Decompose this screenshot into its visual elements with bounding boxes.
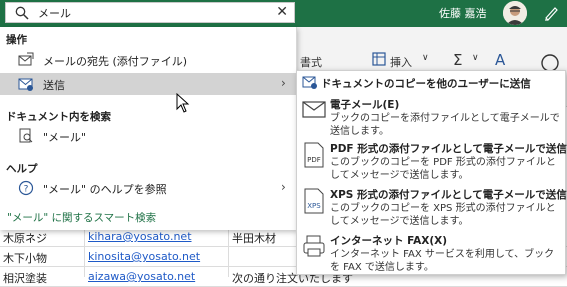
- share-icon: [302, 74, 318, 93]
- submenu-item-title: インターネット FAX(X): [330, 235, 448, 247]
- send-submenu: ドキュメントのコピーを他のユーザーに送信 電子メール(E) ブックのコピーを添付…: [296, 70, 567, 275]
- submenu-item-title: 電子メール(E): [330, 99, 400, 111]
- menu-item-send[interactable]: 送信 ›: [0, 73, 296, 95]
- pdf-icon: PDF: [302, 142, 326, 171]
- submenu-item-title: PDF 形式の添付ファイルとして電子メールで送信(P): [330, 143, 567, 155]
- submenu-item-fax[interactable]: インターネット FAX(X) インターネット FAX サービスを利用して、ブック…: [297, 231, 565, 273]
- cell-name[interactable]: 相沢塗装: [3, 270, 47, 286]
- submenu-item-desc: このブックのコピーを XPS 形式の添付ファイルとしてメッセージで送信します。: [330, 203, 556, 227]
- chevron-down-icon[interactable]: ∨: [472, 53, 479, 63]
- section-search-doc-heading: ドキュメント内を検索: [6, 111, 111, 123]
- search-input[interactable]: [38, 5, 258, 20]
- mouse-cursor-icon: [176, 92, 190, 116]
- submenu-item-email[interactable]: 電子メール(E) ブックのコピーを添付ファイルとして電子メールで送信します。: [297, 95, 565, 137]
- cell-name[interactable]: 木原ネジ: [3, 230, 47, 246]
- search-icon: [15, 6, 29, 23]
- cell-email[interactable]: kinosita@yosato.net: [88, 250, 200, 263]
- submenu-header: ドキュメントのコピーを他のユーザーに送信: [297, 74, 565, 90]
- title-bar: ✕ 佐藤 嘉浩: [0, 0, 567, 27]
- chevron-right-icon: ›: [281, 180, 286, 194]
- submenu-item-title: XPS 形式の添付ファイルとして電子メールで送信(S): [330, 189, 567, 201]
- autosum-icon[interactable]: Σ: [453, 51, 462, 69]
- document-search-icon: [18, 128, 34, 147]
- search-results-dropdown: 操作 メールの宛先 (添付ファイル) 送信 › ドキュメント内を検索 "メール"…: [0, 27, 297, 230]
- cell-company[interactable]: 半田木材: [232, 230, 276, 246]
- cell-email[interactable]: kihara@yosato.net: [88, 230, 192, 243]
- format-label[interactable]: 書式: [300, 54, 322, 70]
- menu-item-label: "メール": [43, 131, 87, 144]
- svg-text:PDF: PDF: [307, 156, 321, 164]
- send-icon: [18, 76, 34, 95]
- submenu-item-desc: ブックのコピーを添付ファイルとして電子メールで送信します。: [330, 113, 560, 137]
- help-icon: ?: [18, 180, 34, 199]
- section-help-heading: ヘルプ: [6, 163, 38, 175]
- chevron-down-icon[interactable]: ∨: [422, 53, 429, 63]
- svg-text:XPS: XPS: [307, 202, 321, 210]
- submenu-header-label: ドキュメントのコピーを他のユーザーに送信: [321, 78, 531, 90]
- smart-lookup-link[interactable]: "メール" に関するスマート検索: [7, 210, 156, 225]
- submenu-item-pdf[interactable]: PDF PDF 形式の添付ファイルとして電子メールで送信(P) このブックのコピ…: [297, 139, 567, 181]
- submenu-item-desc: インターネット FAX サービスを利用して、ブックを FAX で送信します。: [330, 249, 555, 273]
- menu-item-help[interactable]: ? "メール" のヘルプを参照 ›: [0, 177, 296, 199]
- submenu-item-desc: このブックのコピーを PDF 形式の添付ファイルとしてメッセージで送信します。: [330, 157, 556, 181]
- svg-text:?: ?: [24, 185, 29, 195]
- table-icon[interactable]: [372, 52, 386, 69]
- pen-icon[interactable]: [543, 5, 559, 24]
- xps-icon: XPS: [302, 188, 326, 217]
- menu-item-search-doc[interactable]: "メール": [0, 125, 296, 147]
- cell-name[interactable]: 木下小物: [3, 250, 47, 266]
- chevron-right-icon: ›: [281, 76, 286, 90]
- email-icon: [302, 98, 326, 123]
- sort-icon[interactable]: A: [495, 51, 505, 69]
- avatar[interactable]: [503, 1, 527, 25]
- menu-item-mail-recipient[interactable]: メールの宛先 (添付ファイル): [0, 49, 296, 71]
- submenu-item-xps[interactable]: XPS XPS 形式の添付ファイルとして電子メールで送信(S) このブックのコピ…: [297, 185, 567, 227]
- menu-item-label: 送信: [43, 79, 65, 92]
- clear-search-button[interactable]: ✕: [276, 4, 288, 20]
- mail-recipient-icon: [18, 52, 34, 71]
- fax-icon: [302, 234, 326, 261]
- user-name: 佐藤 嘉浩: [439, 7, 487, 20]
- menu-item-label: "メール" のヘルプを参照: [43, 183, 167, 196]
- menu-item-label: メールの宛先 (添付ファイル): [43, 55, 188, 68]
- section-operations-heading: 操作: [6, 34, 27, 46]
- insert-label[interactable]: 挿入: [390, 54, 412, 70]
- search-box[interactable]: ✕: [5, 2, 295, 23]
